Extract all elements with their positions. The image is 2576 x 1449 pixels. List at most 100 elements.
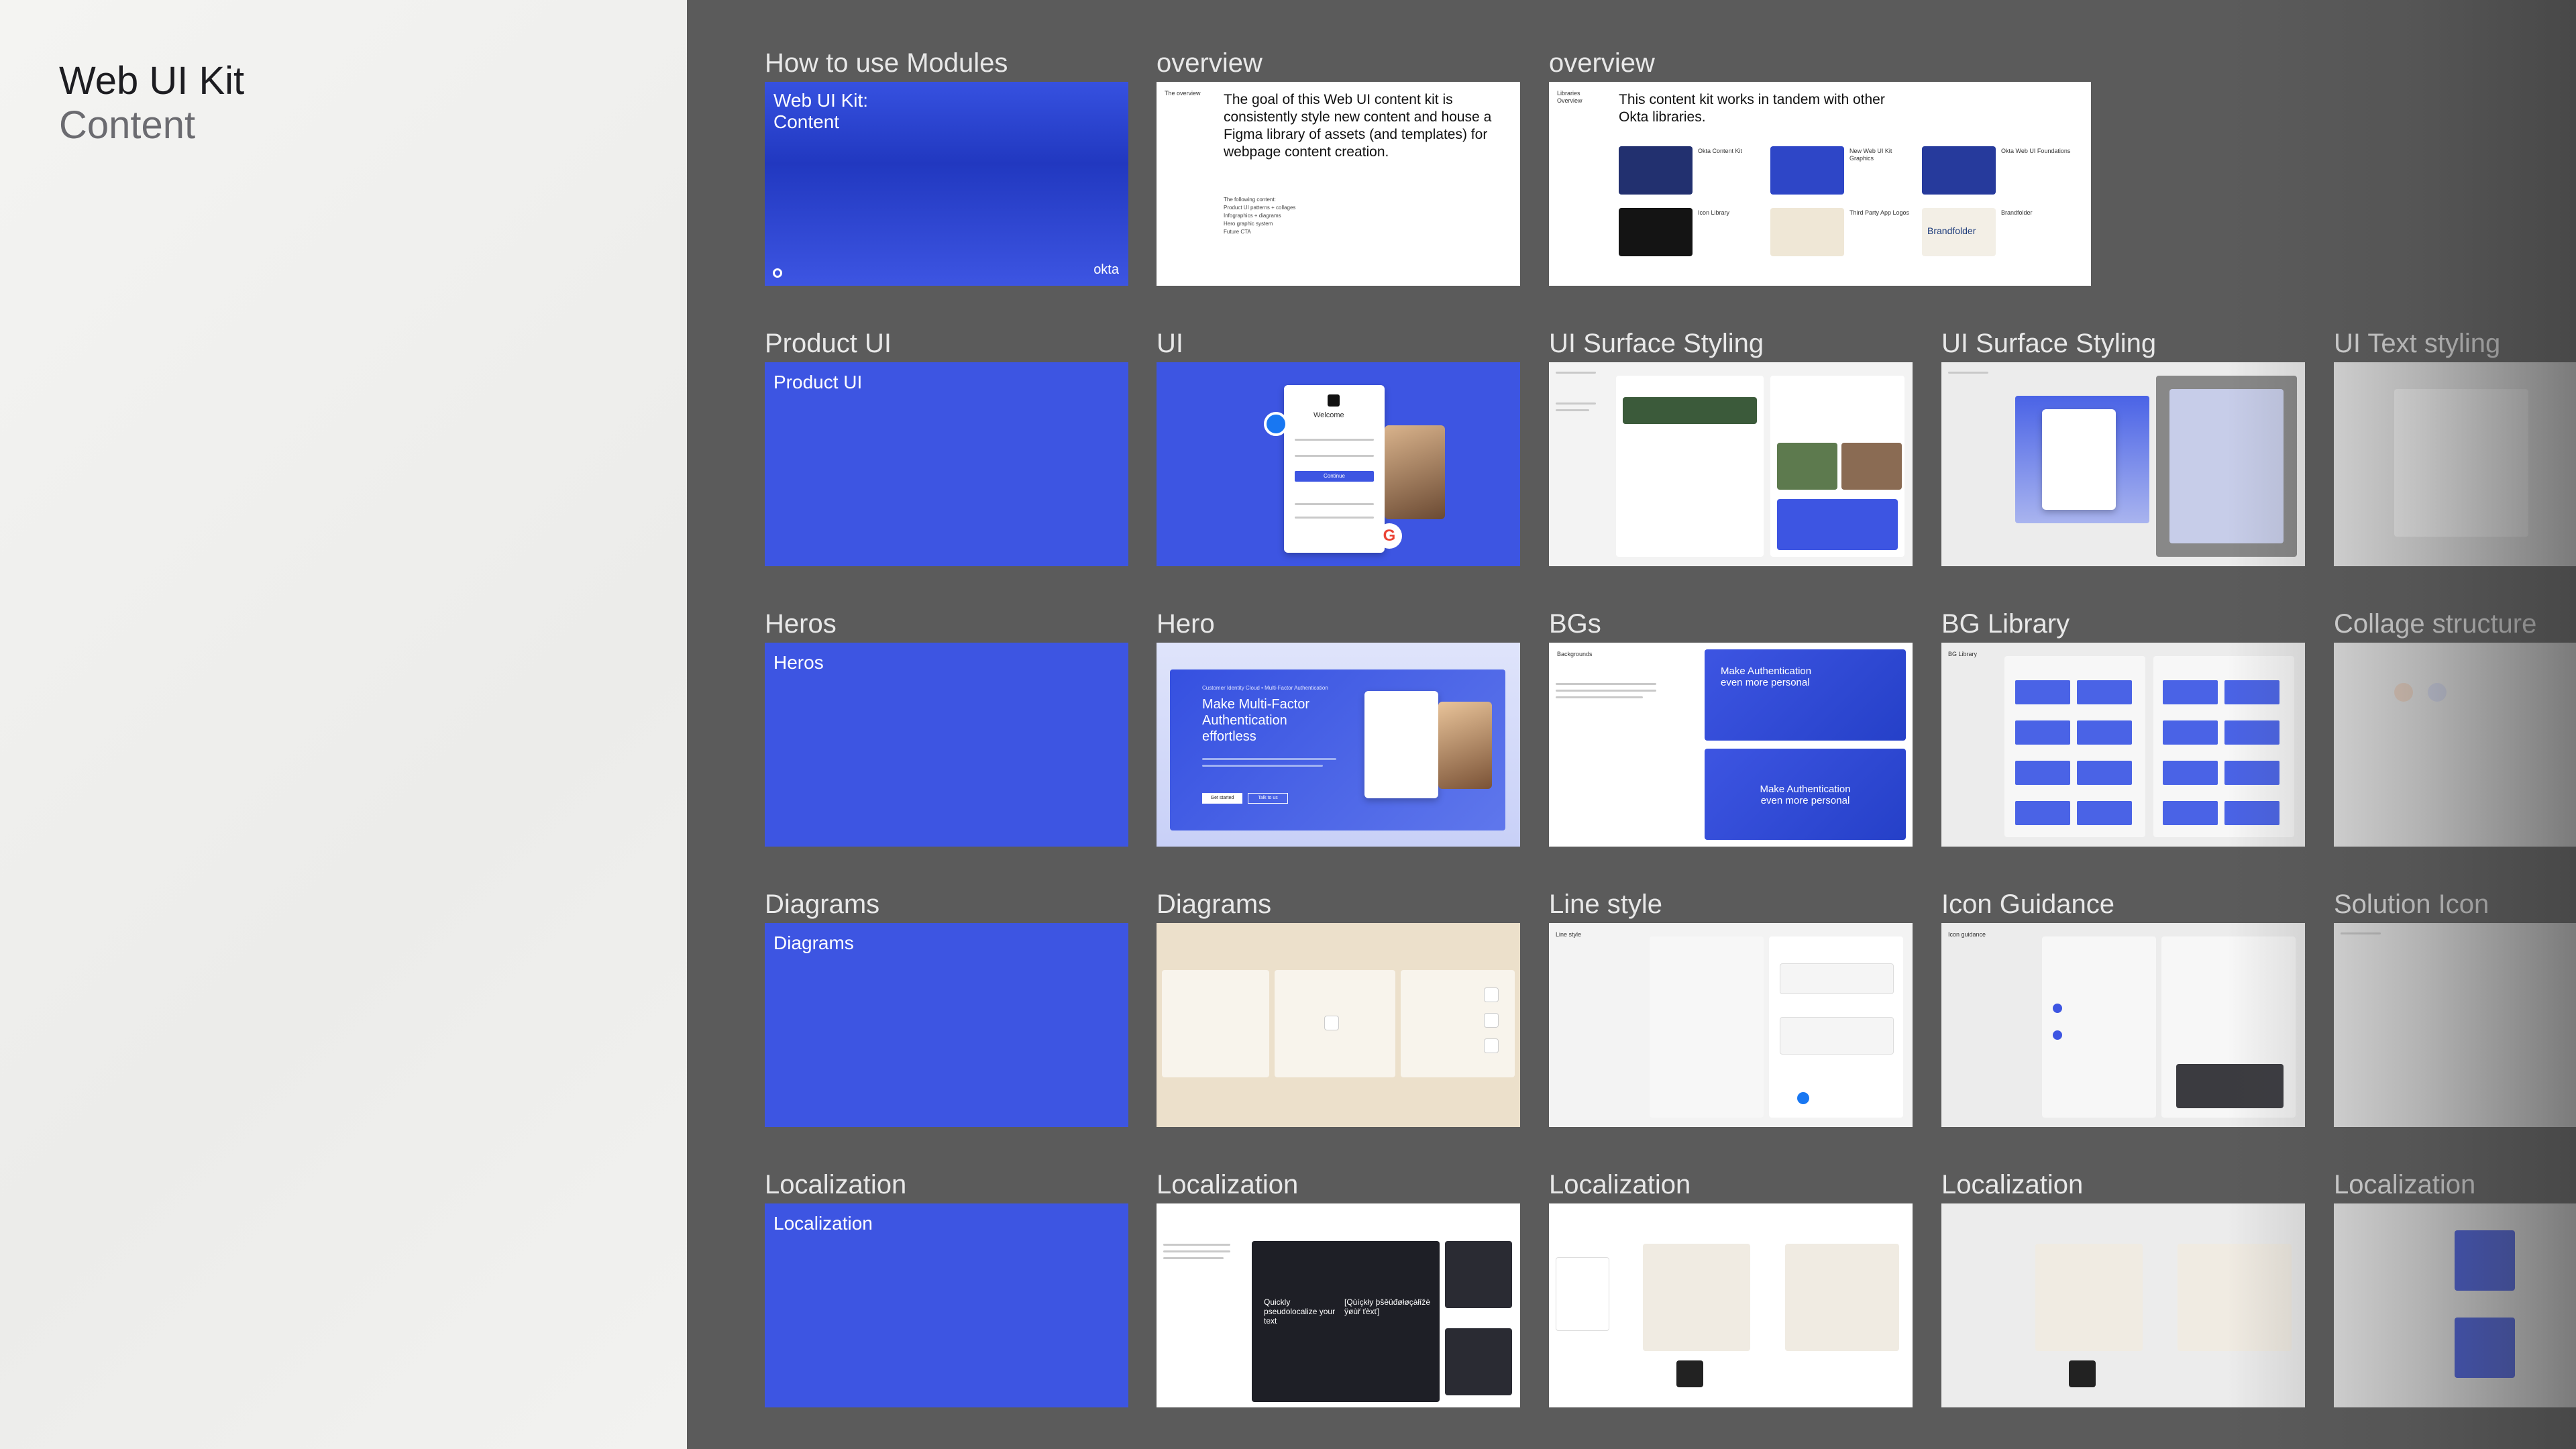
cover-title: Web UI Kit: Content: [773, 90, 868, 133]
frame-icon-guidance[interactable]: Icon guidance: [1941, 923, 2305, 1127]
bg-swatch: [2077, 720, 2132, 745]
facebook-icon: [1797, 1092, 1809, 1104]
frame-ui-surface-styling-1[interactable]: [1549, 362, 1913, 566]
bullet-item: Infographics + diagrams: [1224, 213, 1281, 219]
bg-swatch: [2224, 761, 2279, 785]
diagram-node: [1780, 1017, 1894, 1055]
bg-swatch: [2015, 801, 2070, 825]
frame-label[interactable]: Localization: [765, 1171, 906, 1198]
text-line: [1556, 696, 1643, 698]
frame-label[interactable]: UI: [1157, 330, 1183, 357]
okta-mark-icon: [773, 268, 782, 278]
frame-how-to-use-modules[interactable]: Web UI Kit: Content okta: [765, 82, 1128, 286]
frame-label[interactable]: BGs: [1549, 610, 1601, 637]
page-title-main: Web UI Kit: [59, 59, 245, 103]
okta-logo: okta: [1093, 262, 1119, 277]
frame-diagrams[interactable]: [1157, 923, 1520, 1127]
item-label: Okta Content Kit: [1698, 148, 1743, 154]
frame-label[interactable]: overview: [1549, 50, 1655, 76]
text-line: [1556, 402, 1596, 405]
frame-label[interactable]: Solution Icon: [2334, 891, 2489, 918]
thumb-content-kit: [1619, 146, 1693, 195]
dark-device: [2176, 1064, 2284, 1108]
frame-tag: Backgrounds: [1557, 651, 1593, 657]
frame-label[interactable]: Localization: [1941, 1171, 2083, 1198]
frame-label[interactable]: Localization: [1157, 1171, 1298, 1198]
thumb-brandfolder: Brandfolder: [1922, 208, 1996, 256]
page-title: Web UI Kit Content: [59, 59, 244, 148]
shield-icon: [1484, 987, 1499, 1002]
hero-cta-secondary: Talk to us: [1248, 793, 1288, 804]
frame-collage-structure[interactable]: [2334, 643, 2576, 847]
facebook-icon: [1264, 412, 1288, 436]
thumb-foundations: [1922, 146, 1996, 195]
frame-localization-4[interactable]: [2334, 1203, 2576, 1407]
frame-section-heros[interactable]: Heros: [765, 643, 1128, 847]
frame-label[interactable]: Line style: [1549, 891, 1662, 918]
frame-label[interactable]: UI Text styling: [2334, 330, 2500, 357]
panel: [2394, 389, 2528, 537]
bg-sample-2: Make Authentication even more personal: [1705, 749, 1906, 840]
frame-label[interactable]: BG Library: [1941, 610, 2070, 637]
social-line: [1295, 517, 1374, 519]
frame-localization-2[interactable]: [1549, 1203, 1913, 1407]
bg-swatch: [2077, 761, 2132, 785]
bullet-item: Hero graphic system: [1224, 221, 1273, 227]
diagram-panel: [1162, 970, 1269, 1077]
frame-label[interactable]: Icon Guidance: [1941, 891, 2114, 918]
bg-sample-text: Make Authentication even more personal: [1721, 665, 1812, 688]
frame-section-diagrams[interactable]: Diagrams: [765, 923, 1128, 1127]
frame-section-localization[interactable]: Localization: [765, 1203, 1128, 1407]
frame-overview-1[interactable]: The overview The goal of this Web UI con…: [1157, 82, 1520, 286]
hero-copy-line: [1202, 765, 1323, 767]
frame-bg-library[interactable]: BG Library: [1941, 643, 2305, 847]
frame-overview-2[interactable]: Libraries Overview This content kit work…: [1549, 82, 2091, 286]
frame-localization-1[interactable]: Quickly pseudolocalize your text [Qùíçkł…: [1157, 1203, 1520, 1407]
frame-label[interactable]: Collage structure: [2334, 610, 2536, 637]
frame-label[interactable]: Localization: [1549, 1171, 1690, 1198]
bg-swatch: [2224, 720, 2279, 745]
bullets-heading: The following content:: [1224, 197, 1276, 203]
bg-swatch: [2077, 801, 2132, 825]
frame-label[interactable]: Localization: [2334, 1171, 2475, 1198]
text-line: [1556, 372, 1596, 374]
bg-sample-1: Make Authentication even more personal: [1705, 649, 1906, 741]
surface-stack: [2169, 389, 2284, 543]
frame-label[interactable]: How to use Modules: [765, 50, 1008, 76]
frame-ui-surface-styling-2[interactable]: [1941, 362, 2305, 566]
login-widget: Welcome Continue: [1284, 385, 1385, 553]
frame-localization-3[interactable]: [1941, 1203, 2305, 1407]
canvas-board[interactable]: How to use Modules overview overview Web…: [687, 0, 2576, 1449]
frame-label[interactable]: Diagrams: [1157, 891, 1271, 918]
blue-panel: [1777, 499, 1898, 550]
diagram-panel: [2035, 1244, 2143, 1351]
frame-line-style[interactable]: Line style: [1549, 923, 1913, 1127]
bg-swatch: [2163, 761, 2218, 785]
page-title-sub: Content: [59, 103, 196, 147]
frame-tag: Libraries Overview: [1557, 90, 1582, 104]
frame-label[interactable]: Product UI: [765, 330, 892, 357]
overview-text: The goal of this Web UI content kit is c…: [1224, 92, 1492, 160]
frame-label[interactable]: Hero: [1157, 610, 1215, 637]
input-line: [1295, 439, 1374, 441]
text-line: [1556, 690, 1656, 692]
frame-label[interactable]: overview: [1157, 50, 1263, 76]
frame-label[interactable]: UI Surface Styling: [1941, 330, 2156, 357]
frame-hero[interactable]: Customer Identity Cloud • Multi-Factor A…: [1157, 643, 1520, 847]
frame-bgs[interactable]: Backgrounds Make Authentication even mor…: [1549, 643, 1913, 847]
bg-swatch: [2163, 680, 2218, 704]
frame-label[interactable]: Diagrams: [765, 891, 879, 918]
thumb-web-ui-graphics: [1770, 146, 1844, 195]
frame-section-product-ui[interactable]: Product UI: [765, 362, 1128, 566]
cover-title-line2: Content: [773, 111, 840, 132]
frame-tag: BG Library: [1948, 651, 1978, 657]
frame-ui-text-styling[interactable]: [2334, 362, 2576, 566]
frame-ui[interactable]: Welcome Continue G: [1157, 362, 1520, 566]
hero-headline: Make Multi-Factor Authentication effortl…: [1202, 697, 1310, 744]
frame-label[interactable]: Heros: [765, 610, 837, 637]
item-label: Icon Library: [1698, 209, 1730, 216]
dark-panel: [1445, 1328, 1512, 1395]
frame-label[interactable]: UI Surface Styling: [1549, 330, 1764, 357]
item-label: New Web UI Kit Graphics: [1849, 148, 1892, 162]
frame-solution-icon[interactable]: [2334, 923, 2576, 1127]
